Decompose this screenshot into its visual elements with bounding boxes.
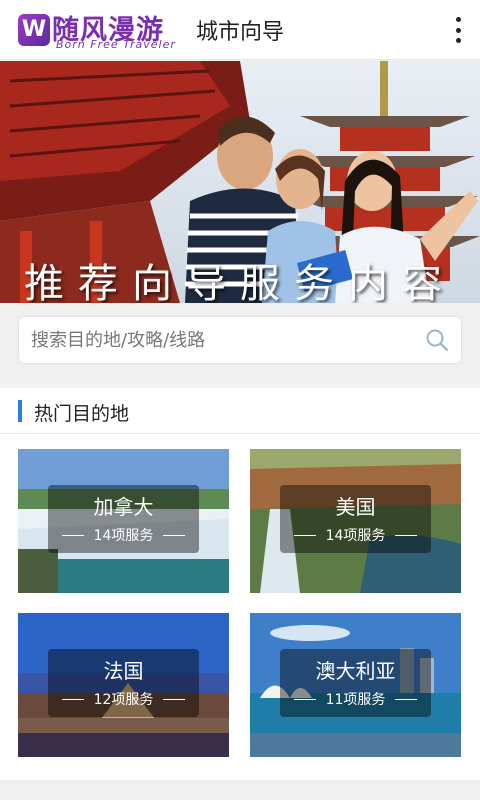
app-header: W 随风漫游 Born Free Traveler 城市向导: [0, 0, 480, 60]
logo-english-text: Born Free Traveler: [56, 38, 176, 51]
more-options-button[interactable]: [450, 14, 466, 46]
hot-destinations-section: 热门目的地 加拿大 14项服务 美国 14项服务 法国 12项服务 澳大利亚 1…: [0, 388, 480, 780]
destination-label: 加拿大 14项服务: [48, 485, 199, 553]
destination-name: 澳大利亚: [315, 659, 396, 683]
destination-name: 法国: [103, 659, 144, 683]
search-input[interactable]: [19, 317, 419, 363]
search-icon[interactable]: [425, 328, 449, 352]
destination-label: 法国 12项服务: [48, 649, 199, 717]
more-vertical-icon: [455, 17, 461, 22]
destination-card-france[interactable]: 法国 12项服务: [18, 613, 229, 757]
destination-card-canada[interactable]: 加拿大 14项服务: [18, 449, 229, 593]
search-area: [0, 303, 480, 383]
destination-card-usa[interactable]: 美国 14项服务: [250, 449, 461, 593]
section-header: 热门目的地: [0, 388, 480, 434]
page-title: 城市向导: [196, 20, 285, 45]
bottom-spacer: [0, 780, 480, 800]
destination-name: 美国: [335, 495, 376, 519]
destination-label: 澳大利亚 11项服务: [280, 649, 431, 717]
hero-banner[interactable]: 推荐向导服务内容: [0, 61, 480, 303]
search-box[interactable]: [18, 316, 462, 364]
destination-card-australia[interactable]: 澳大利亚 11项服务: [250, 613, 461, 757]
logo-badge-icon: W: [18, 14, 50, 46]
destination-label: 美国 14项服务: [280, 485, 431, 553]
section-title: 热门目的地: [34, 403, 130, 425]
destination-name: 加拿大: [93, 495, 154, 519]
brand-logo[interactable]: W 随风漫游 Born Free Traveler: [16, 8, 192, 52]
banner-caption: 推荐向导服务内容: [24, 261, 456, 303]
section-accent-bar: [18, 400, 22, 422]
